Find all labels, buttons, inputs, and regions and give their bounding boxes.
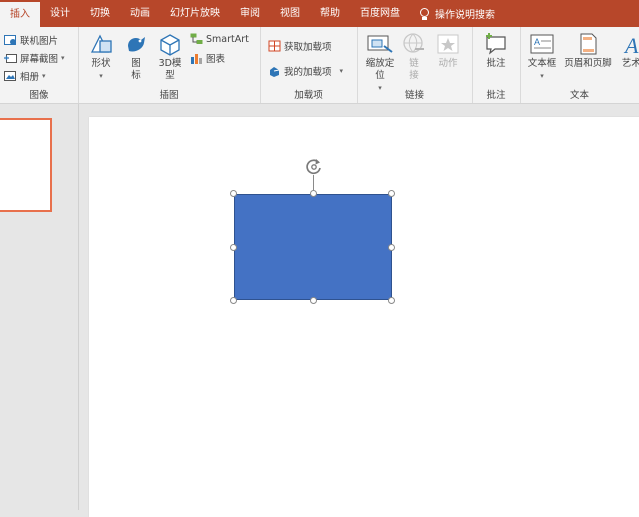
slide-thumbnail-pane[interactable] <box>0 104 79 510</box>
screenshot-button[interactable]: 屏幕截图 ▾ <box>4 51 65 65</box>
wordart-icon: A <box>623 33 639 56</box>
addin-icon <box>270 67 280 77</box>
get-addins-button[interactable]: 获取加载项 <box>268 39 332 53</box>
new-comment-button[interactable]: 批注 <box>480 32 512 70</box>
star-icon <box>437 34 459 54</box>
group-comments: 批注 批注 <box>472 27 521 103</box>
svg-text:A: A <box>534 37 540 47</box>
group-addins: 获取加载项 我的加载项 ▾ 加载项 <box>260 27 358 103</box>
resize-handle-top-left[interactable] <box>230 190 237 197</box>
tab-design[interactable]: 设计 <box>40 0 80 27</box>
resize-handle-left[interactable] <box>230 244 237 251</box>
tell-me-search[interactable]: 操作说明搜索 <box>410 0 505 27</box>
textbox-icon: A <box>530 34 554 54</box>
store-icon <box>268 40 281 52</box>
wordart-button[interactable]: A 艺术字 <box>616 32 639 70</box>
group-label-illustrations: 插图 <box>159 90 179 101</box>
online-pictures-icon <box>4 35 16 45</box>
online-pictures-button[interactable]: 联机图片 <box>4 33 58 47</box>
chevron-down-icon: ▾ <box>339 67 344 75</box>
slide-canvas[interactable] <box>89 117 639 517</box>
resize-handle-bottom[interactable] <box>310 297 317 304</box>
group-label-text: 文本 <box>569 90 589 101</box>
smartart-button[interactable]: SmartArt <box>190 33 249 45</box>
group-illustrations: 形状 ▾ 图标 3D模型 SmartArt 图表 插图 <box>78 27 261 103</box>
resize-handle-bottom-left[interactable] <box>230 297 237 304</box>
ribbon-tab-bar: 插入 设计 切换 动画 幻灯片放映 审阅 视图 帮助 百度网盘 操作说明搜索 <box>0 0 639 27</box>
action-button[interactable]: 动作 <box>433 32 463 70</box>
tab-insert[interactable]: 插入 <box>0 2 40 27</box>
header-footer-button[interactable]: 页眉和页脚 <box>562 32 614 70</box>
icons-button[interactable]: 图标 <box>122 32 150 82</box>
tab-slideshow[interactable]: 幻灯片放映 <box>160 0 230 27</box>
chevron-down-icon: ▾ <box>61 54 65 62</box>
group-label-images: 图像 <box>29 90 49 101</box>
zoom-button[interactable]: 缩放定位 ▾ <box>362 32 398 94</box>
my-addins-button[interactable]: 我的加载项 ▾ <box>268 64 343 78</box>
zoom-icon <box>367 35 393 53</box>
resize-handle-bottom-right[interactable] <box>388 297 395 304</box>
3d-models-button[interactable]: 3D模型 <box>156 32 184 82</box>
chevron-down-icon: ▾ <box>42 72 46 80</box>
photo-album-button[interactable]: 相册 ▾ <box>4 69 46 83</box>
textbox-button[interactable]: A 文本框 ▾ <box>526 32 558 82</box>
shapes-icon <box>90 34 112 53</box>
tab-view[interactable]: 视图 <box>270 0 310 27</box>
group-label-links: 链接 <box>404 90 424 101</box>
group-images: 联机图片 屏幕截图 ▾ 相册 ▾ 图像 <box>0 27 79 103</box>
tab-help[interactable]: 帮助 <box>310 0 350 27</box>
tab-review[interactable]: 审阅 <box>230 0 270 27</box>
group-text: A 文本框 ▾ 页眉和页脚 A 艺术字 文本 <box>520 27 639 103</box>
lightbulb-icon <box>420 7 429 20</box>
icons-icon <box>128 37 145 52</box>
link-button[interactable]: 链接 <box>401 32 427 82</box>
chevron-down-icon: ▾ <box>540 72 544 80</box>
chevron-down-icon: ▾ <box>99 72 103 80</box>
tab-baidu-netdisk[interactable]: 百度网盘 <box>350 0 410 27</box>
bar-chart-icon <box>191 54 202 64</box>
photo-album-icon <box>4 71 16 81</box>
ribbon: 联机图片 屏幕截图 ▾ 相册 ▾ 图像 形状 ▾ 图标 3D模型 SmartAr… <box>0 27 639 104</box>
group-label-addins: 加载项 <box>294 90 323 101</box>
screenshot-icon <box>4 54 17 63</box>
tell-me-label: 操作说明搜索 <box>435 10 495 21</box>
comment-icon <box>486 33 506 55</box>
resize-handle-top-right[interactable] <box>388 190 395 197</box>
svg-text:A: A <box>623 33 639 56</box>
resize-handle-top[interactable] <box>310 190 317 197</box>
group-links: 缩放定位 ▾ 链接 动作 链接 <box>357 27 473 103</box>
chart-button[interactable]: 图表 <box>190 51 225 65</box>
header-footer-icon <box>580 33 597 55</box>
cube-icon <box>160 34 180 56</box>
smartart-icon <box>190 33 203 44</box>
tab-transitions[interactable]: 切换 <box>80 0 120 27</box>
tab-animations[interactable]: 动画 <box>120 0 160 27</box>
shapes-button[interactable]: 形状 ▾ <box>86 32 116 82</box>
resize-handle-right[interactable] <box>388 244 395 251</box>
rectangle-shape[interactable] <box>234 194 392 300</box>
rotate-handle-icon[interactable] <box>303 155 325 177</box>
group-label-comments: 批注 <box>486 90 506 101</box>
link-icon <box>403 33 424 53</box>
slide-thumbnail[interactable] <box>0 118 52 212</box>
